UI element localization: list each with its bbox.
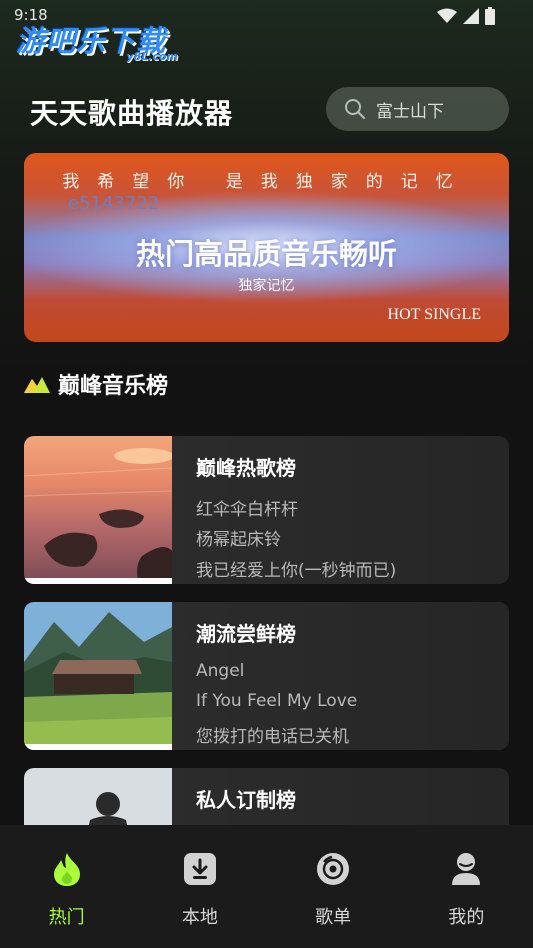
- nav-item-mine[interactable]: 我的: [400, 825, 533, 948]
- status-icons: [437, 7, 495, 25]
- banner-code: e5143722: [68, 193, 160, 214]
- watermark-logo: 游吧乐下载 y8L.com: [16, 18, 186, 66]
- chart-song: 我已经爱上你(一秒钟而已): [196, 561, 397, 581]
- download-icon: [183, 853, 216, 885]
- chart-title: 潮流尝鲜榜: [196, 622, 296, 646]
- chart-card[interactable]: 巅峰热歌榜 红伞伞白杆杆 杨幂起床铃 我已经爱上你(一秒钟而已): [24, 436, 509, 584]
- search-placeholder: 富士山下: [376, 101, 444, 122]
- battery-icon: [485, 7, 495, 25]
- flame-icon: [53, 853, 80, 886]
- app-title: 天天歌曲播放器: [30, 97, 234, 130]
- nav-label-mine: 我的: [448, 907, 485, 928]
- nav-label-local: 本地: [181, 907, 218, 928]
- app-screen: 9:18 游吧乐下载 y8L.com 天天歌曲播放器 富士山下 我希望你 是我独: [0, 0, 533, 948]
- search-icon: [345, 99, 365, 119]
- chart-song: 红伞伞白杆杆: [196, 500, 298, 520]
- nav-item-hot[interactable]: 热门: [0, 825, 133, 948]
- section-title: 巅峰音乐榜: [58, 374, 169, 399]
- chart-cover-image: [24, 436, 172, 584]
- watermark-domain: y8L.com: [126, 50, 178, 63]
- banner-subtitle: 独家记忆: [238, 278, 295, 294]
- banner-lyric: 我希望你 是我独家的记忆: [62, 172, 471, 192]
- nav-label-hot: 热门: [48, 907, 85, 928]
- chart-song: Angel: [196, 661, 245, 681]
- chart-song: If You Feel My Love: [196, 691, 358, 711]
- signal-icon: [463, 8, 479, 24]
- user-icon: [452, 853, 481, 885]
- section-header: 巅峰音乐榜: [24, 368, 168, 400]
- mountain-icon: [24, 377, 50, 393]
- chart-title: 巅峰热歌榜: [196, 456, 296, 480]
- nav-item-playlist[interactable]: 歌单: [267, 825, 400, 948]
- wifi-icon: [437, 8, 457, 23]
- nav-item-local[interactable]: 本地: [133, 825, 266, 948]
- chart-song: 您拨打的电话已关机: [196, 727, 349, 747]
- chart-cover-image: [24, 602, 172, 750]
- disc-icon: [317, 853, 350, 885]
- nav-label-playlist: 歌单: [315, 907, 352, 928]
- bottom-nav: 热门 本地 歌单 我的: [0, 825, 533, 948]
- banner-title: 热门高品质音乐畅听: [135, 237, 397, 271]
- chart-song: 杨幂起床铃: [196, 530, 281, 550]
- promo-banner[interactable]: 我希望你 是我独家的记忆 e5143722 热门高品质音乐畅听 独家记忆 HOT…: [24, 153, 509, 342]
- chart-card[interactable]: 潮流尝鲜榜 Angel If You Feel My Love 您拨打的电话已关…: [24, 602, 509, 750]
- banner-tag: HOT SINGLE: [387, 306, 481, 323]
- chart-title: 私人订制榜: [196, 788, 296, 812]
- search-box[interactable]: 富士山下: [326, 87, 509, 131]
